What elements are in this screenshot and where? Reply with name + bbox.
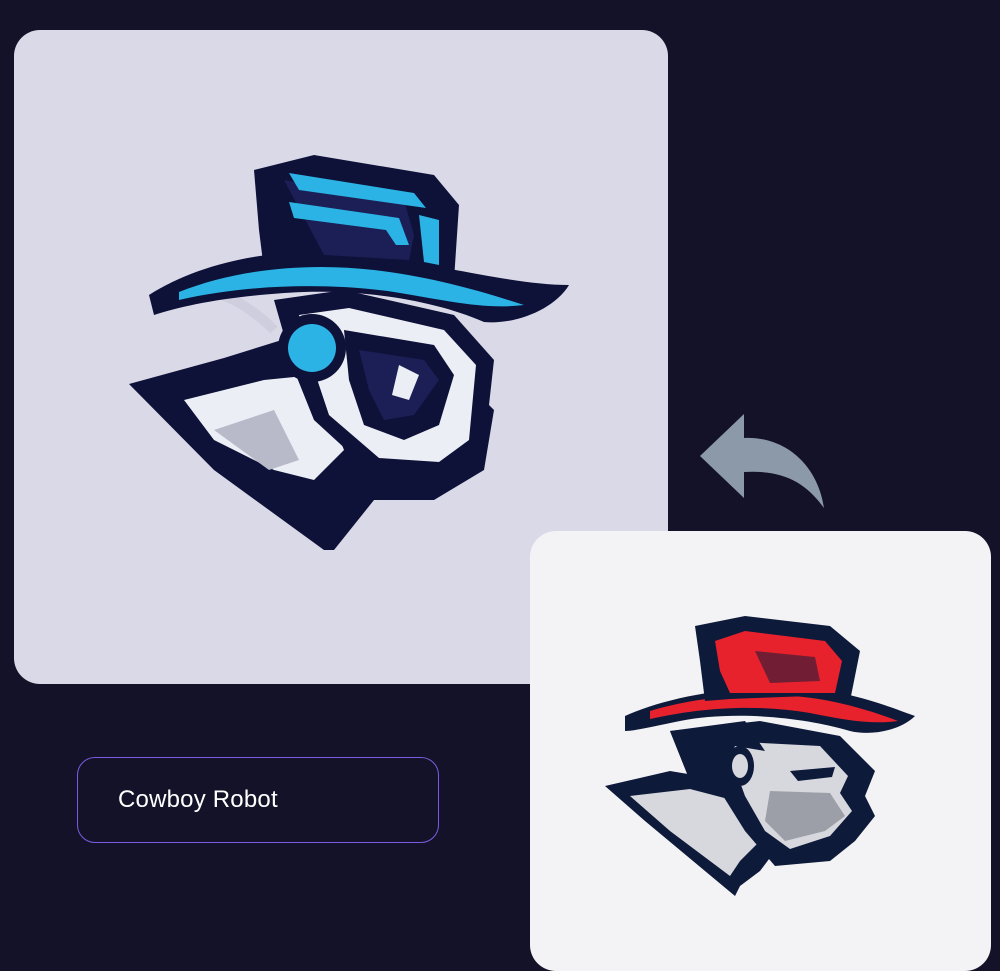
prompt-input[interactable]: Cowboy Robot bbox=[77, 757, 439, 843]
cowboy-man-logo bbox=[605, 616, 915, 896]
prompt-text: Cowboy Robot bbox=[118, 786, 278, 813]
original-image-card[interactable] bbox=[530, 531, 991, 971]
curved-arrow-icon bbox=[696, 408, 830, 512]
